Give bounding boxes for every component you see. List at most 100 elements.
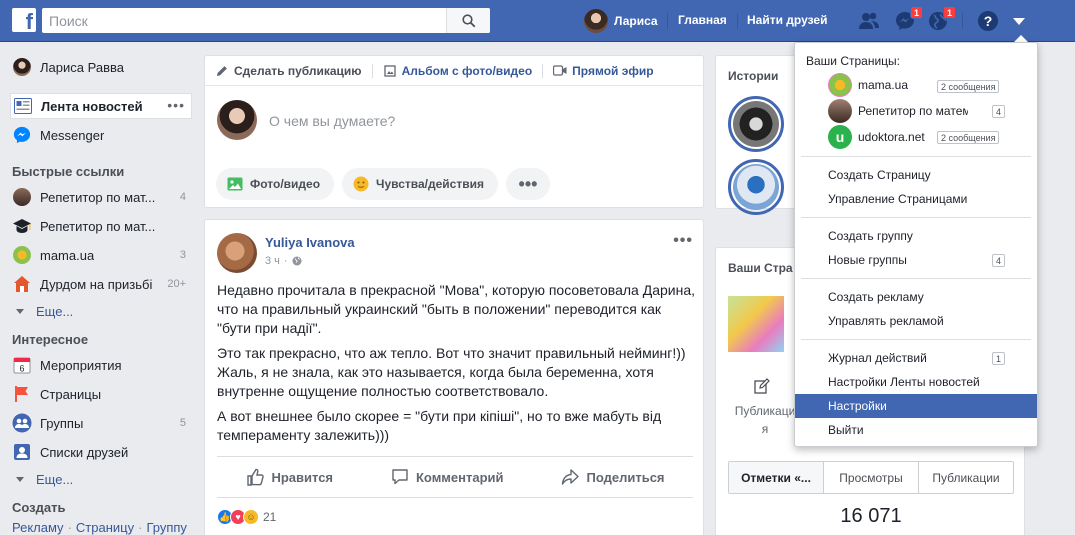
reactions-count: 21	[263, 510, 277, 524]
section-heading: Создать	[12, 500, 66, 515]
feeling-activity-button[interactable]: Чувства/действия	[342, 168, 498, 200]
tab-photo-album[interactable]: Альбом с фото/видео	[383, 64, 532, 78]
account-menu-button[interactable]	[1007, 9, 1031, 33]
nav-profile[interactable]: Лариса Равва	[10, 54, 192, 80]
graduation-cap-icon	[12, 216, 32, 236]
page-avatar	[12, 187, 32, 207]
calendar-icon: 6	[12, 355, 32, 375]
divider	[667, 13, 668, 29]
groups-icon	[12, 413, 32, 433]
more-options-icon[interactable]: •••	[167, 97, 185, 113]
menu-divider	[801, 278, 1031, 279]
composer-input[interactable]: О чем вы думаете?	[269, 113, 395, 129]
menu-manage-ads[interactable]: Управлять рекламой	[795, 309, 1037, 333]
create-links: Рекламу · Страницу · Группу	[12, 520, 187, 535]
nav-friend-lists[interactable]: Списки друзей	[10, 439, 192, 465]
tab-live-video[interactable]: Прямой эфир	[553, 64, 654, 78]
menu-badge: 1	[992, 352, 1006, 365]
globe-icon	[292, 256, 302, 266]
friend-requests-button[interactable]	[857, 9, 881, 33]
profile-link[interactable]: Лариса	[584, 8, 658, 33]
nav-label: Лариса Равва	[40, 59, 124, 75]
tab-posts[interactable]: Публикации	[919, 462, 1013, 493]
more-shortcuts-link[interactable]: Еще...	[14, 304, 73, 319]
avatar[interactable]	[217, 233, 257, 273]
create-ad-link[interactable]: Рекламу	[12, 520, 64, 535]
comment-icon	[390, 467, 410, 487]
nav-label: Messenger	[40, 127, 105, 143]
mama-ua-icon	[12, 245, 32, 265]
section-heading: Быстрые ссылки	[12, 164, 125, 179]
your-pages-heading: Ваши Страницы:	[806, 54, 901, 68]
post-options-button[interactable]: •••	[673, 232, 693, 250]
menu-badge: 4	[992, 254, 1006, 267]
nav-shortcut[interactable]: Репетитор по мат... 4	[10, 184, 192, 210]
page-badge: 2 сообщения	[937, 80, 1000, 93]
friends-icon	[859, 12, 879, 29]
action-label: Комментарий	[415, 469, 504, 485]
nav-shortcut[interactable]: Дурдом на призьбі 20+	[10, 271, 192, 297]
nav-pages[interactable]: Страницы	[10, 381, 192, 407]
menu-settings[interactable]: Настройки	[795, 394, 1037, 418]
pencil-icon	[215, 65, 229, 77]
tab-label: Сделать публикацию	[234, 63, 362, 78]
nav-label: Списки друзей	[40, 444, 129, 460]
share-icon	[560, 467, 580, 487]
like-button[interactable]: Нравится	[245, 467, 333, 487]
help-button[interactable]: ?	[976, 9, 1000, 33]
nav-messenger[interactable]: Messenger	[10, 122, 192, 148]
menu-create-page[interactable]: Создать Страницу	[795, 163, 1037, 187]
photo-video-button[interactable]: Фото/видео	[216, 168, 335, 200]
find-friends-link[interactable]: Найти друзей	[747, 8, 827, 33]
house-icon	[12, 274, 32, 294]
tab-views[interactable]: Просмотры	[824, 462, 919, 493]
nav-groups[interactable]: Группы 5	[10, 410, 192, 436]
story-item[interactable]	[728, 159, 784, 215]
search-input[interactable]	[42, 8, 446, 33]
search-box	[42, 8, 490, 33]
create-page-link[interactable]: Страницу	[76, 520, 134, 535]
tab-make-post[interactable]: Сделать публикацию	[215, 64, 362, 78]
divider	[962, 13, 963, 29]
divider	[737, 13, 738, 29]
tab-likes[interactable]: Отметки «...	[729, 462, 824, 493]
svg-text:?: ?	[984, 13, 993, 29]
search-button[interactable]	[446, 8, 490, 33]
nav-label: Репетитор по мат...	[40, 218, 156, 234]
story-item[interactable]	[728, 96, 784, 152]
nav-news-feed[interactable]: Лента новостей •••	[10, 93, 192, 119]
avatar	[12, 57, 32, 77]
messages-button[interactable]: 1	[893, 6, 923, 33]
pages-title: Ваши Стра	[728, 261, 793, 275]
post-author-link[interactable]: Yuliya Ivanova	[265, 235, 355, 250]
menu-logout[interactable]: Выйти	[795, 418, 1037, 442]
notifications-button[interactable]: 1	[926, 6, 956, 33]
menu-create-group[interactable]: Создать группу	[795, 224, 1037, 248]
more-label: Еще...	[36, 472, 74, 487]
compose-icon[interactable]	[754, 378, 770, 394]
post-timestamp[interactable]: 3 ч ·	[265, 255, 302, 267]
menu-create-ad[interactable]: Создать рекламу	[795, 285, 1037, 309]
create-group-link[interactable]: Группу	[146, 520, 186, 535]
nav-label: mama.ua	[40, 247, 95, 263]
profile-name: Лариса	[614, 13, 658, 28]
top-bar: f Лариса Главная Найти друзей 1 1 ?	[0, 0, 1075, 42]
account-dropdown-menu: Ваши Страницы: mama.ua 2 сообщения Репет…	[794, 42, 1038, 447]
more-options-button[interactable]: •••	[505, 168, 550, 200]
facebook-logo-icon[interactable]: f	[12, 8, 36, 32]
more-label: Еще...	[36, 304, 74, 319]
home-link[interactable]: Главная	[678, 8, 727, 33]
nav-shortcut[interactable]: mama.ua 3	[10, 242, 192, 268]
menu-manage-pages[interactable]: Управление Страницами	[795, 187, 1037, 211]
menu-feed-settings[interactable]: Настройки Ленты новостей	[795, 370, 1037, 394]
reactions-summary[interactable]: 👍 ♥ ☺ 21	[217, 509, 276, 525]
comment-button[interactable]: Комментарий	[390, 467, 504, 487]
nav-events[interactable]: 6 Мероприятия	[10, 352, 192, 378]
page-thumbnail[interactable]	[728, 296, 784, 352]
publish-label[interactable]: Публикаци я	[730, 402, 800, 438]
search-icon	[461, 13, 475, 27]
nav-shortcut[interactable]: Репетитор по мат...	[10, 213, 192, 239]
post-paragraph: А вот внешнее было скорее = "бути при кі…	[217, 408, 662, 443]
more-explore-link[interactable]: Еще...	[14, 472, 73, 487]
share-button[interactable]: Поделиться	[560, 467, 665, 487]
